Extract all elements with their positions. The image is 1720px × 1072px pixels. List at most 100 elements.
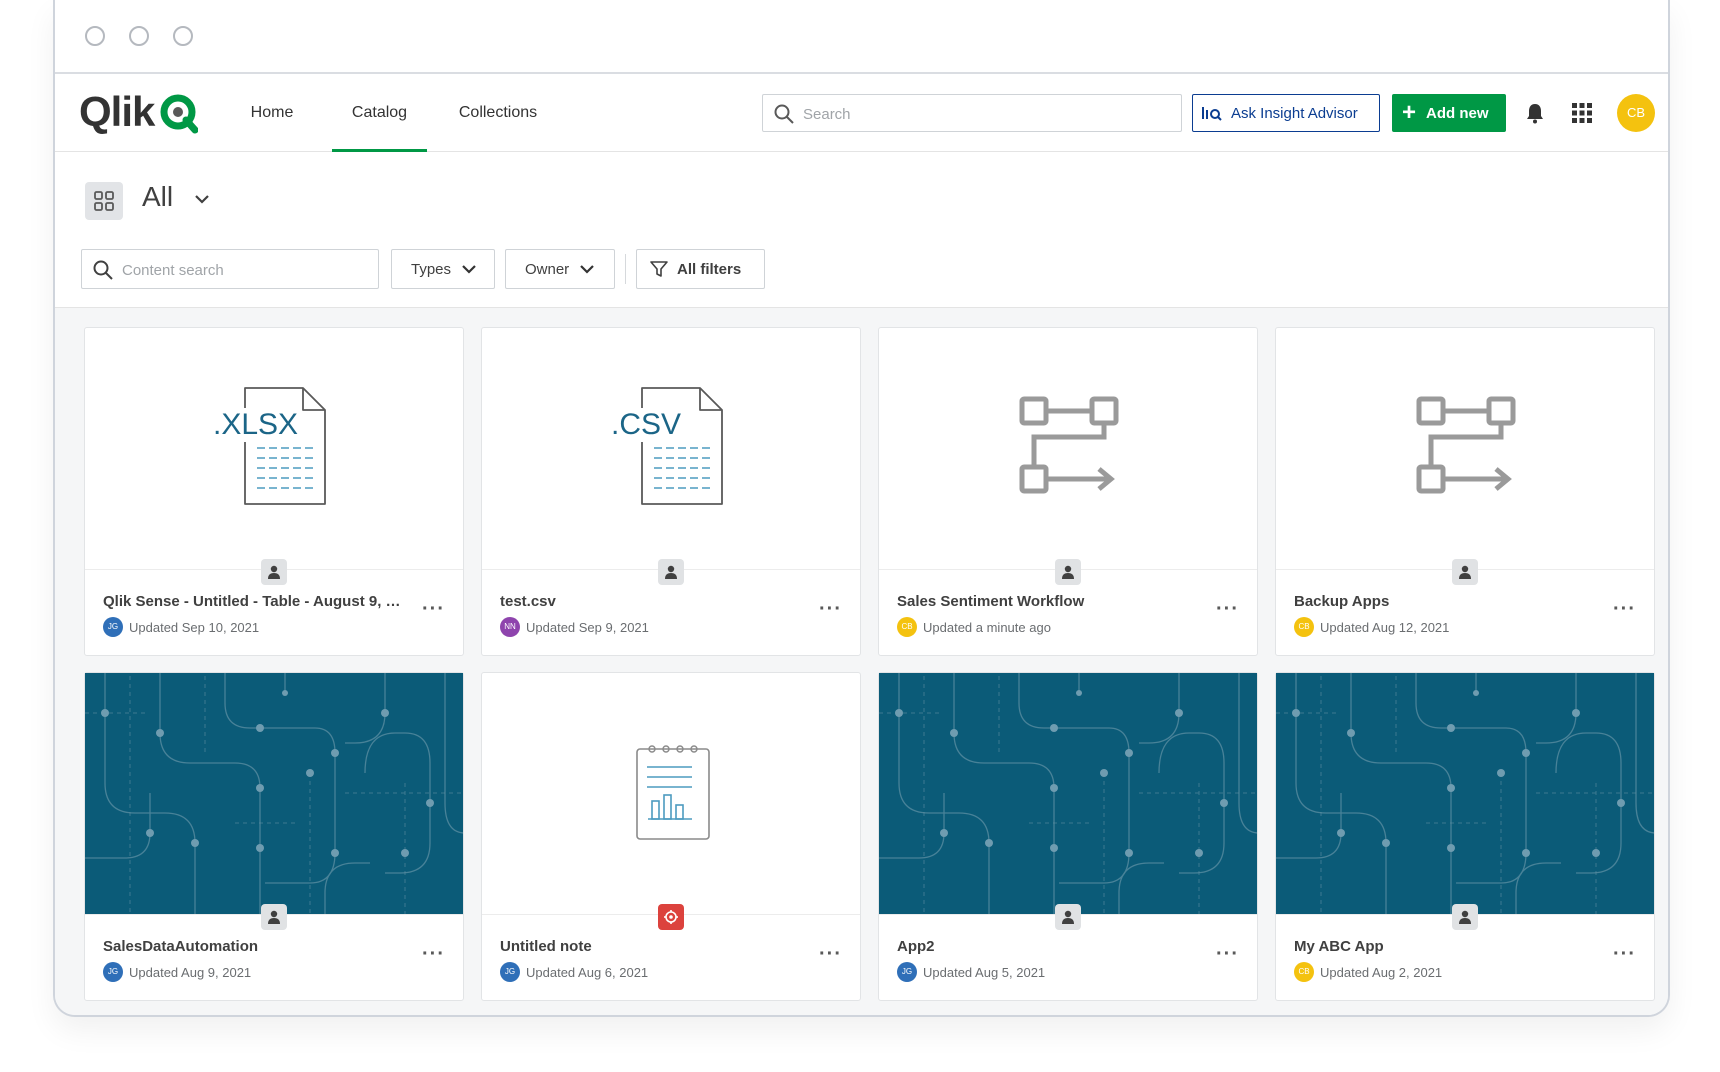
window-minimize-button[interactable] bbox=[129, 26, 149, 46]
grid-view-icon bbox=[94, 191, 114, 211]
tab-home-label: Home bbox=[250, 104, 294, 121]
catalog-card[interactable]: SalesDataAutomation JG Updated Aug 9, 2021… bbox=[84, 672, 464, 1001]
updated-text: Updated a minute ago bbox=[923, 619, 1051, 635]
card-thumbnail[interactable] bbox=[879, 328, 1257, 570]
card-thumbnail[interactable]: .XLSX bbox=[85, 328, 463, 570]
card-title[interactable]: Untitled note bbox=[500, 938, 800, 955]
file-extension-label: .CSV bbox=[609, 408, 684, 442]
qlik-q-logo-icon bbox=[160, 94, 199, 134]
owner-avatar: JG bbox=[103, 962, 123, 982]
owner-avatar: CB bbox=[1294, 617, 1314, 637]
filter-funnel-icon bbox=[650, 261, 668, 277]
catalog-card[interactable]: Untitled note JG Updated Aug 6, 2021 ··· bbox=[481, 672, 861, 1001]
global-search[interactable] bbox=[762, 94, 1182, 133]
types-filter-label: Types bbox=[411, 260, 452, 278]
catalog-card[interactable]: .XLSX Qlik Sense - Untitled - Table - Aug… bbox=[84, 327, 464, 656]
card-thumbnail[interactable] bbox=[482, 673, 860, 915]
more-options-icon[interactable]: ··· bbox=[1216, 943, 1239, 966]
catalog-grid: .XLSX Qlik Sense - Untitled - Table - Aug… bbox=[55, 308, 1668, 1015]
card-thumbnail[interactable] bbox=[1276, 328, 1654, 570]
content-search-input[interactable] bbox=[120, 250, 361, 290]
browser-window: Qlik Home Catalog Collections Search Ask… bbox=[53, 0, 1670, 1017]
card-title[interactable]: App2 bbox=[897, 938, 1197, 955]
person-icon bbox=[261, 559, 287, 585]
tab-home[interactable]: Home bbox=[239, 74, 305, 152]
add-new-label: Add new bbox=[1426, 104, 1489, 122]
card-meta: CB Updated a minute ago bbox=[897, 617, 1051, 637]
search-icon bbox=[774, 104, 794, 124]
note-badge-icon bbox=[658, 904, 684, 930]
all-filters-label: All filters bbox=[677, 260, 742, 278]
card-title[interactable]: test.csv bbox=[500, 593, 800, 610]
xlsx-file-icon bbox=[244, 387, 326, 505]
more-options-icon[interactable]: ··· bbox=[819, 943, 842, 966]
card-meta: CB Updated Aug 2, 2021 bbox=[1294, 962, 1442, 982]
more-options-icon[interactable]: ··· bbox=[1613, 943, 1636, 966]
qlik-logo[interactable]: Qlik bbox=[79, 88, 199, 135]
person-icon bbox=[1452, 559, 1478, 585]
card-thumbnail[interactable] bbox=[85, 673, 463, 915]
types-filter-dropdown[interactable]: Types bbox=[391, 249, 495, 289]
updated-text: Updated Sep 9, 2021 bbox=[526, 619, 649, 635]
owner-filter-label: Owner bbox=[525, 260, 570, 278]
window-close-button[interactable] bbox=[85, 26, 105, 46]
more-options-icon[interactable]: ··· bbox=[1216, 598, 1239, 621]
app-thumbnail-pattern bbox=[879, 673, 1257, 914]
owner-avatar: NN bbox=[500, 617, 520, 637]
card-thumbnail[interactable] bbox=[1276, 673, 1654, 915]
user-avatar[interactable]: CB bbox=[1617, 94, 1655, 132]
ask-insight-advisor-label: Ask Insight Advisor bbox=[1231, 104, 1358, 122]
card-title[interactable]: SalesDataAutomation bbox=[103, 938, 403, 955]
all-filters-button[interactable]: All filters bbox=[636, 249, 765, 289]
card-thumbnail[interactable] bbox=[879, 673, 1257, 915]
catalog-card[interactable]: App2 JG Updated Aug 5, 2021 ··· bbox=[878, 672, 1258, 1001]
updated-text: Updated Aug 9, 2021 bbox=[129, 964, 252, 980]
workflow-icon bbox=[1019, 396, 1119, 494]
card-title[interactable]: Backup Apps bbox=[1294, 593, 1594, 610]
more-options-icon[interactable]: ··· bbox=[422, 598, 445, 621]
person-icon bbox=[261, 904, 287, 930]
card-title[interactable]: Qlik Sense - Untitled - Table - August 9… bbox=[103, 593, 403, 610]
catalog-card[interactable]: My ABC App CB Updated Aug 2, 2021 ··· bbox=[1275, 672, 1655, 1001]
app-thumbnail-pattern bbox=[85, 673, 463, 914]
updated-text: Updated Aug 6, 2021 bbox=[526, 964, 649, 980]
add-new-button[interactable]: + Add new bbox=[1392, 94, 1506, 132]
card-thumbnail[interactable]: .CSV bbox=[482, 328, 860, 570]
owner-filter-dropdown[interactable]: Owner bbox=[505, 249, 615, 289]
logo-text: Qlik bbox=[79, 88, 155, 135]
chevron-down-icon[interactable] bbox=[193, 192, 211, 206]
catalog-card[interactable]: Backup Apps CB Updated Aug 12, 2021 ··· bbox=[1275, 327, 1655, 656]
more-options-icon[interactable]: ··· bbox=[422, 943, 445, 966]
catalog-card[interactable]: .CSV test.csv NN Updated Sep 9, 2021 ··· bbox=[481, 327, 861, 656]
ask-insight-advisor-button[interactable]: Ask Insight Advisor bbox=[1192, 94, 1380, 132]
card-title[interactable]: Sales Sentiment Workflow bbox=[897, 593, 1197, 610]
tab-catalog[interactable]: Catalog bbox=[332, 74, 427, 152]
owner-avatar: JG bbox=[500, 962, 520, 982]
global-search-input[interactable] bbox=[801, 95, 1140, 133]
person-icon bbox=[658, 559, 684, 585]
card-title[interactable]: My ABC App bbox=[1294, 938, 1594, 955]
window-maximize-button[interactable] bbox=[173, 26, 193, 46]
owner-avatar: JG bbox=[897, 962, 917, 982]
card-meta: CB Updated Aug 12, 2021 bbox=[1294, 617, 1449, 637]
card-meta: JG Updated Sep 10, 2021 bbox=[103, 617, 259, 637]
tab-collections[interactable]: Collections bbox=[448, 74, 548, 152]
view-title[interactable]: All bbox=[142, 181, 173, 213]
updated-text: Updated Aug 12, 2021 bbox=[1320, 619, 1450, 635]
updated-text: Updated Aug 2, 2021 bbox=[1320, 964, 1443, 980]
more-options-icon[interactable]: ··· bbox=[1613, 598, 1636, 621]
note-icon bbox=[636, 745, 710, 840]
view-switcher-button[interactable] bbox=[85, 182, 123, 220]
tab-collections-label: Collections bbox=[458, 104, 538, 121]
bell-icon[interactable] bbox=[1523, 101, 1547, 125]
window-titlebar bbox=[55, 0, 1668, 74]
person-icon bbox=[1055, 559, 1081, 585]
csv-file-icon bbox=[641, 387, 723, 505]
content-search[interactable] bbox=[81, 249, 379, 290]
more-options-icon[interactable]: ··· bbox=[819, 598, 842, 621]
catalog-card[interactable]: Sales Sentiment Workflow CB Updated a minu… bbox=[878, 327, 1258, 656]
apps-grid-icon[interactable] bbox=[1571, 102, 1593, 124]
tab-catalog-label: Catalog bbox=[351, 104, 408, 121]
app-thumbnail-pattern bbox=[1276, 673, 1654, 914]
chevron-down-icon bbox=[580, 265, 594, 274]
